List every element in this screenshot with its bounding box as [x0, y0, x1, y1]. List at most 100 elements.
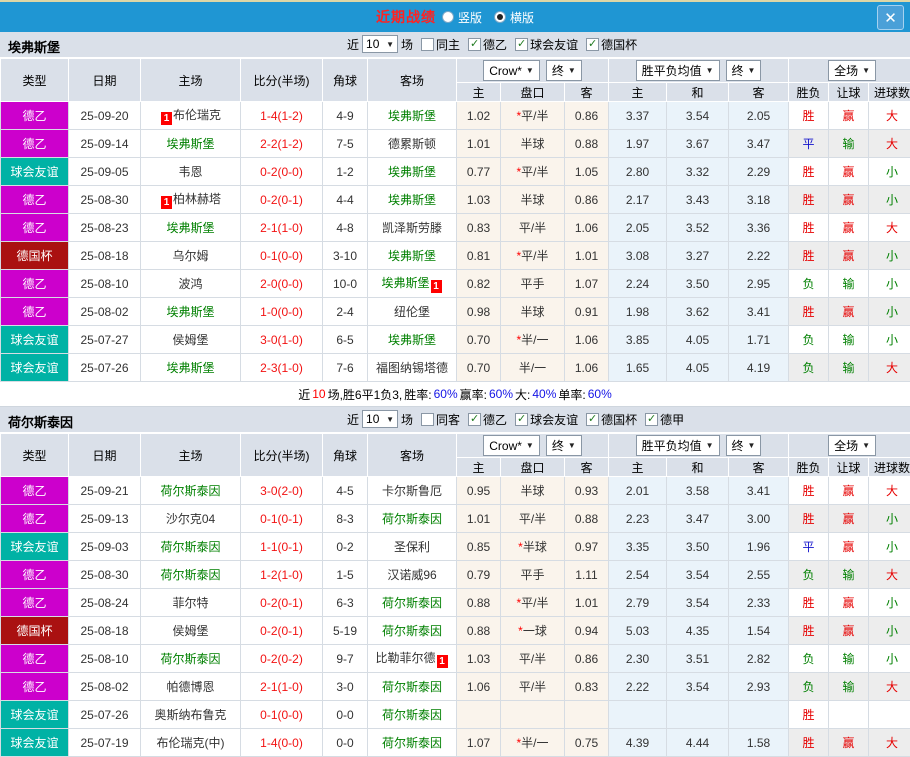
handicap-text: 半球: [523, 540, 547, 554]
filter-league-checkbox[interactable]: ✓德乙: [468, 411, 507, 428]
avg-final-select[interactable]: 终▼: [726, 60, 762, 81]
radio-icon: [442, 11, 454, 23]
chevron-down-icon: ▼: [526, 66, 534, 75]
avg-away-cell: 2.22: [729, 242, 789, 270]
avg-home-cell: 1.97: [609, 130, 667, 158]
home-team-cell: 奥斯纳布鲁克: [141, 701, 241, 729]
odds-handicap-cell: 平手: [501, 270, 565, 298]
filter-league-checkbox[interactable]: ✓德国杯: [586, 36, 637, 53]
fulltime-select[interactable]: 全场▼: [828, 435, 876, 456]
bookmaker-select[interactable]: Crow*▼: [483, 435, 540, 456]
team-name-text: 埃弗斯堡: [388, 333, 436, 347]
avg-draw-cell: 3.54: [667, 589, 729, 617]
avg-draw-cell: 3.52: [667, 214, 729, 242]
date-cell: 25-08-24: [69, 589, 141, 617]
matches-table: 类型日期主场比分(半场)角球客场Crow*▼终▼胜平负均值▼终▼全场▼主盘口客主…: [0, 433, 910, 757]
filter-league-checkbox[interactable]: ✓球会友谊: [515, 411, 578, 428]
odds-away-cell: 1.06: [565, 326, 609, 354]
match-row: 球会友谊25-07-26奥斯纳布鲁克0-1(0-0)0-0荷尔斯泰因胜: [1, 701, 910, 729]
halftime-score: (0-0): [278, 708, 303, 722]
odds-final-select[interactable]: 终▼: [546, 60, 582, 81]
match-row: 德乙25-09-13沙尔克040-1(0-1)8-3荷尔斯泰因1.01平/半0.…: [1, 505, 910, 533]
recent-count-select[interactable]: 10▼: [362, 410, 398, 428]
result-handicap-cell: 赢: [829, 505, 869, 533]
col-away: 客场: [368, 434, 457, 477]
fulltime-select[interactable]: 全场▼: [828, 60, 876, 81]
odds-final-select-value: 终: [552, 62, 564, 79]
team-section-header: 荷尔斯泰因近10▼场同客✓德乙✓球会友谊✓德国杯✓德甲: [0, 407, 910, 433]
filter-same-checkbox[interactable]: 同主: [421, 36, 460, 53]
date-cell: 25-08-10: [69, 645, 141, 673]
result-wdl-cell: 负: [789, 326, 829, 354]
fulltime-score: 3-0: [260, 484, 277, 498]
team-name-text: 柏林赫塔: [173, 192, 221, 206]
games-label: 场: [401, 411, 413, 428]
fulltime-score: 1-2: [260, 568, 277, 582]
match-row: 德国杯25-08-18侯姆堡0-2(0-1)5-19荷尔斯泰因0.88*一球0.…: [1, 617, 910, 645]
filter-league-checkbox[interactable]: ✓球会友谊: [515, 36, 578, 53]
score-cell: 1-4(1-2): [241, 102, 323, 130]
match-row: 德乙25-09-21荷尔斯泰因3-0(2-0)4-5卡尔斯鲁厄0.95半球0.9…: [1, 477, 910, 505]
type-cell: 球会友谊: [1, 158, 69, 186]
odds-handicap-cell: *半/一: [501, 729, 565, 757]
recent-count-select[interactable]: 10▼: [362, 35, 398, 53]
type-cell: 德乙: [1, 673, 69, 701]
team-name-text: 埃弗斯堡: [166, 305, 214, 319]
halftime-score: (1-2): [278, 137, 303, 151]
fulltime-score: 1-0: [260, 305, 277, 319]
result-handicap-cell: [829, 701, 869, 729]
avg-away-cell: 2.33: [729, 589, 789, 617]
radio-horizontal-layout[interactable]: 横版: [494, 9, 534, 26]
corners-cell: 5-19: [323, 617, 368, 645]
team-name-text: 波鸿: [178, 277, 202, 291]
col-result-goals: 进球数: [869, 83, 910, 102]
handicap-text: 平/半: [521, 596, 548, 610]
type-cell: 德乙: [1, 645, 69, 673]
team-name-text: 菲尔特: [172, 596, 208, 610]
date-cell: 25-09-03: [69, 533, 141, 561]
score-cell: 0-2(0-1): [241, 186, 323, 214]
home-team-cell: 韦恩: [141, 158, 241, 186]
away-team-cell: 荷尔斯泰因: [368, 701, 457, 729]
avg-type-select[interactable]: 胜平负均值▼: [636, 60, 720, 81]
result-goals-cell: 小: [869, 589, 910, 617]
avg-draw-cell: 3.62: [667, 298, 729, 326]
avg-final-select[interactable]: 终▼: [726, 435, 762, 456]
col-result-goals: 进球数: [869, 458, 910, 477]
halftime-score: (0-0): [278, 305, 303, 319]
result-handicap-cell: 赢: [829, 729, 869, 757]
fulltime-select-value: 全场: [834, 437, 858, 454]
handicap-text: 半球: [520, 305, 544, 319]
odds-home-cell: 1.07: [457, 729, 501, 757]
team-name-text: 荷尔斯泰因: [160, 568, 220, 582]
avg-draw-cell: 3.51: [667, 645, 729, 673]
avg-draw-cell: 3.50: [667, 533, 729, 561]
result-handicap-cell: 赢: [829, 242, 869, 270]
odds-final-select[interactable]: 终▼: [546, 435, 582, 456]
avg-type-select[interactable]: 胜平负均值▼: [636, 435, 720, 456]
result-wdl-cell: 负: [789, 561, 829, 589]
team-name-text: 荷尔斯泰因: [382, 736, 442, 750]
score-cell: 2-3(1-0): [241, 354, 323, 382]
header-row-groups: 类型日期主场比分(半场)角球客场Crow*▼终▼胜平负均值▼终▼全场▼: [1, 434, 910, 458]
close-button[interactable]: ✕: [877, 5, 904, 30]
filter-league-label: 德甲: [660, 411, 684, 428]
filter-same-checkbox[interactable]: 同客: [421, 411, 460, 428]
filter-league-checkbox[interactable]: ✓德国杯: [586, 411, 637, 428]
col-handicap: 盘口: [501, 458, 565, 477]
bookmaker-select[interactable]: Crow*▼: [483, 60, 540, 81]
radio-vertical-layout[interactable]: 竖版: [442, 9, 482, 26]
result-handicap-cell: 输: [829, 645, 869, 673]
filter-league-checkbox[interactable]: ✓德甲: [645, 411, 684, 428]
odds-away-cell: 1.07: [565, 270, 609, 298]
type-cell: 德乙: [1, 298, 69, 326]
match-row: 球会友谊25-07-19布伦瑞克(中)1-4(0-0)0-0荷尔斯泰因1.07*…: [1, 729, 910, 757]
odds-away-cell: 1.01: [565, 589, 609, 617]
home-team-cell: 埃弗斯堡: [141, 214, 241, 242]
type-cell: 球会友谊: [1, 533, 69, 561]
odds-away-cell: 1.11: [565, 561, 609, 589]
fulltime-score: 0-2: [260, 652, 277, 666]
layout-radio-group: 竖版 横版: [442, 9, 534, 26]
filter-league-checkbox[interactable]: ✓德乙: [468, 36, 507, 53]
date-cell: 25-08-30: [69, 561, 141, 589]
